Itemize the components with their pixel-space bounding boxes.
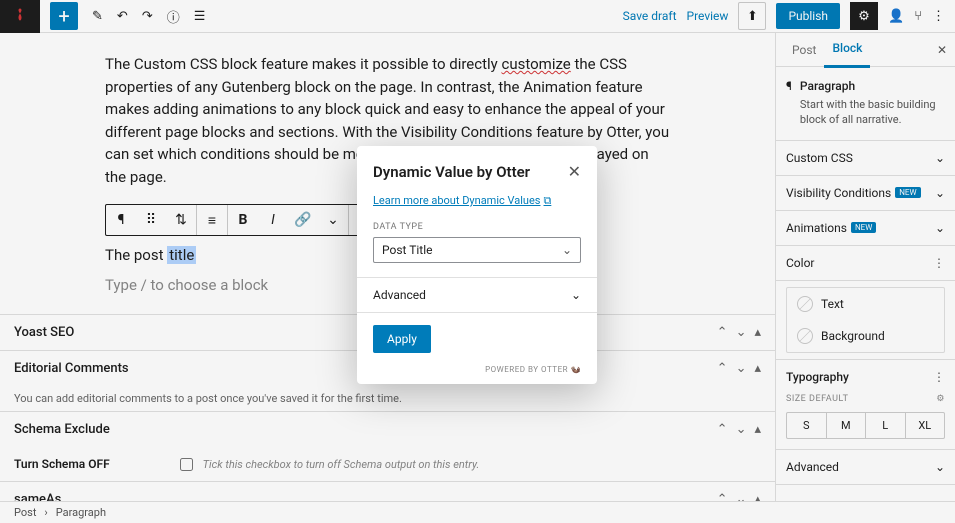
schemapro-icon[interactable]: ⑂ bbox=[914, 9, 922, 24]
modal-title: Dynamic Value by Otter bbox=[373, 163, 530, 181]
visibility-row[interactable]: Visibility ConditionsNEW⌄ bbox=[776, 176, 955, 211]
align-icon[interactable]: ≡ bbox=[197, 205, 227, 235]
close-modal-icon[interactable]: ✕ bbox=[568, 162, 581, 181]
schema-toggle-row: Turn Schema OFF Tick this checkbox to tu… bbox=[0, 447, 775, 481]
redo-icon[interactable]: ↷ bbox=[142, 9, 153, 24]
chevron-right-icon: › bbox=[44, 506, 47, 519]
external-link-icon: ⧉ bbox=[543, 194, 551, 208]
color-swatch-icon bbox=[797, 328, 813, 344]
edit-icon[interactable]: ✎ bbox=[92, 9, 103, 24]
schema-checkbox[interactable] bbox=[180, 458, 193, 471]
more-menu-icon[interactable]: ⋮ bbox=[932, 9, 945, 24]
custom-css-row[interactable]: Custom CSS⌄ bbox=[776, 141, 955, 176]
bg-color-row[interactable]: Background bbox=[787, 320, 944, 352]
wp-logo[interactable] bbox=[0, 0, 40, 33]
add-block-button[interactable]: + bbox=[50, 2, 78, 30]
text-color-row[interactable]: Text bbox=[787, 288, 944, 320]
dynamic-value-modal: Dynamic Value by Otter ✕ Learn more abou… bbox=[357, 146, 597, 384]
drag-icon[interactable]: ⠿ bbox=[136, 205, 166, 235]
bold-icon[interactable]: B bbox=[228, 205, 258, 235]
advanced-row[interactable]: Advanced⌄ bbox=[776, 449, 955, 485]
preview-button[interactable]: Preview bbox=[687, 9, 729, 23]
size-l[interactable]: L bbox=[866, 413, 906, 438]
size-settings-icon[interactable]: ⚙ bbox=[936, 394, 945, 404]
color-row[interactable]: Color⋮ bbox=[776, 246, 955, 281]
paragraph-type-icon[interactable]: ¶ bbox=[106, 205, 136, 235]
schema-panel[interactable]: Schema Exclude ⌃⌄▴ bbox=[0, 411, 775, 447]
collapse-down-icon[interactable]: ⌄ bbox=[736, 325, 747, 340]
editorial-desc: You can add editorial comments to a post… bbox=[0, 386, 775, 411]
size-m[interactable]: M bbox=[827, 413, 867, 438]
sameas-panel[interactable]: sameAs ⌃⌄▴ bbox=[0, 481, 775, 501]
link-icon[interactable]: 🔗 bbox=[288, 205, 318, 235]
info-icon[interactable]: ⓘ bbox=[167, 7, 180, 26]
size-s[interactable]: S bbox=[787, 413, 827, 438]
size-xl[interactable]: XL bbox=[906, 413, 945, 438]
crumb-post[interactable]: Post bbox=[14, 506, 36, 519]
undo-icon[interactable]: ↶ bbox=[117, 9, 128, 24]
modal-advanced-row[interactable]: Advanced⌄ bbox=[357, 277, 597, 313]
settings-icon[interactable]: ⚙ bbox=[850, 2, 878, 30]
close-sidebar-icon[interactable]: ✕ bbox=[937, 43, 947, 57]
breadcrumb: Post › Paragraph bbox=[0, 501, 955, 523]
chevron-down-icon: ⌄ bbox=[571, 288, 581, 302]
size-buttons: S M L XL bbox=[786, 412, 945, 439]
apply-button[interactable]: Apply bbox=[373, 325, 431, 353]
data-type-select[interactable]: Post Title⌄ bbox=[373, 237, 581, 263]
paragraph-icon: ¶ bbox=[786, 79, 792, 128]
block-info: ¶ Paragraph Start with the basic buildin… bbox=[776, 67, 955, 141]
crumb-paragraph[interactable]: Paragraph bbox=[56, 506, 106, 519]
yoast-icon[interactable]: 👤 bbox=[888, 9, 904, 24]
collapse-up-icon[interactable]: ⌃ bbox=[717, 325, 728, 340]
data-type-label: DATA TYPE bbox=[373, 222, 581, 232]
top-toolbar: + ✎ ↶ ↷ ⓘ ☰ Save draft Preview ⬆ Publish… bbox=[0, 0, 955, 33]
size-label: SIZE DEFAULT⚙ bbox=[776, 394, 955, 412]
powered-by: POWERED BY OTTER 🦦 bbox=[357, 365, 597, 384]
tab-post[interactable]: Post bbox=[784, 33, 824, 67]
typography-row[interactable]: Typography⋮ bbox=[776, 359, 955, 394]
move-icon[interactable]: ⇅ bbox=[166, 205, 196, 235]
outline-icon[interactable]: ☰ bbox=[194, 9, 206, 24]
block-toolbar: ¶⠿⇅ ≡ BI🔗⌄ ⋮ bbox=[105, 204, 380, 236]
animations-row[interactable]: AnimationsNEW⌄ bbox=[776, 211, 955, 246]
publish-button[interactable]: Publish bbox=[776, 3, 840, 29]
chevron-down-icon: ⌄ bbox=[562, 243, 572, 257]
color-swatch-icon bbox=[797, 296, 813, 312]
tab-block[interactable]: Block bbox=[824, 31, 870, 68]
otter-icon[interactable]: ⬆ bbox=[738, 2, 766, 30]
chevron-down-icon[interactable]: ⌄ bbox=[318, 205, 348, 235]
italic-icon[interactable]: I bbox=[258, 205, 288, 235]
panel-menu-icon[interactable]: ▴ bbox=[754, 325, 761, 340]
save-draft-button[interactable]: Save draft bbox=[623, 9, 677, 23]
settings-sidebar: Post Block ✕ ¶ Paragraph Start with the … bbox=[775, 33, 955, 501]
learn-more-link[interactable]: Learn more about Dynamic Values ⧉ bbox=[373, 194, 551, 208]
